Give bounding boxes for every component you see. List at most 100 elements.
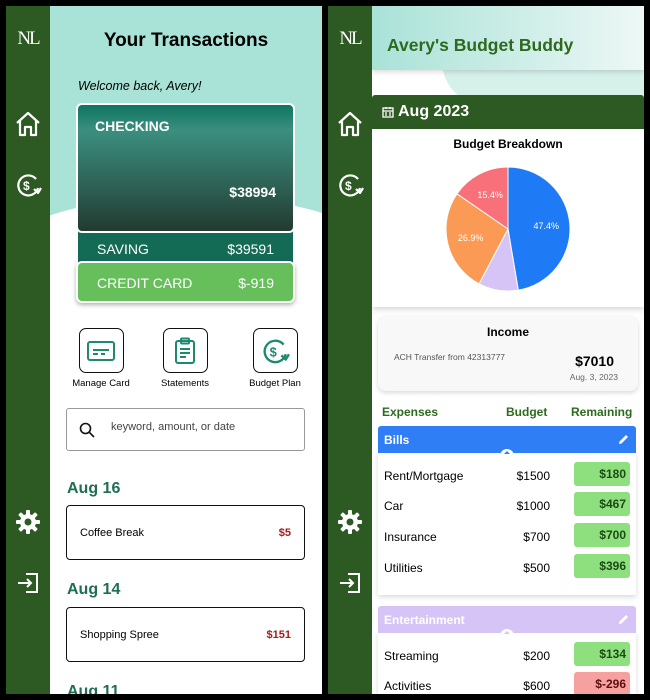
- expense-budget: $1000: [516, 499, 550, 513]
- search-box: [66, 408, 305, 451]
- edit-pencil-icon[interactable]: [617, 433, 630, 446]
- transaction-row[interactable]: Shopping Spree $151: [66, 607, 305, 662]
- side-rail: NL $: [328, 6, 372, 694]
- expense-name: Insurance: [384, 530, 437, 544]
- account-amount: $39591: [227, 241, 274, 257]
- side-rail: NL $: [6, 6, 50, 694]
- app-title: Avery's Budget Buddy: [387, 35, 574, 55]
- quick-action-label: Budget Plan: [249, 378, 301, 389]
- account-name: CHECKING: [95, 118, 170, 134]
- account-amount: $-919: [238, 275, 274, 291]
- transaction-row[interactable]: Coffee Break $5: [66, 505, 305, 560]
- edit-pencil-icon[interactable]: [617, 613, 630, 626]
- expense-remaining: $467: [574, 492, 630, 516]
- income-title: Income: [486, 325, 529, 339]
- expense-row[interactable]: Insurance $700 $700: [378, 521, 636, 549]
- clipboard-icon: [162, 328, 208, 373]
- search-input[interactable]: [111, 421, 291, 433]
- svg-text:$: $: [345, 179, 352, 193]
- expense-budget: $600: [523, 679, 550, 693]
- category-name: Bills: [384, 433, 410, 447]
- expense-row[interactable]: Utilities $500 $396: [378, 552, 636, 580]
- settings-gear-icon[interactable]: [14, 508, 42, 536]
- category-bar-entertainment[interactable]: Entertainment: [378, 606, 636, 636]
- budget-header: Budget: [506, 405, 548, 419]
- transactions-screen: NL $ Your Transactions Welcome back, Ave…: [6, 6, 322, 694]
- category-bar-bills[interactable]: Bills: [378, 426, 636, 456]
- home-icon[interactable]: [336, 110, 364, 138]
- budget-cycle-icon[interactable]: $: [336, 171, 364, 199]
- pie-chart: 47.4% 26.9% 15.4%: [445, 166, 571, 292]
- transaction-name: Shopping Spree: [80, 629, 159, 641]
- transaction-amount: $5: [278, 527, 291, 539]
- bills-table: Rent/Mortgage $1500 $180 Car $1000 $467 …: [378, 452, 636, 595]
- remaining-header: Remaining: [571, 405, 633, 419]
- income-card: Income ACH Transfer from 42313777 $7010 …: [378, 316, 638, 391]
- quick-action-label: Statements: [160, 378, 210, 389]
- header-bar: Avery's Budget Buddy: [372, 6, 644, 70]
- calendar-icon: [382, 107, 394, 118]
- manage-card-button[interactable]: Manage Card: [61, 328, 141, 389]
- expense-row[interactable]: Car $1000 $467: [378, 490, 636, 518]
- statements-button[interactable]: Statements: [145, 328, 225, 389]
- search-icon: [79, 422, 95, 438]
- expense-row[interactable]: Rent/Mortgage $1500 $180: [378, 460, 636, 488]
- month-bar[interactable]: Aug 2023: [372, 95, 644, 129]
- expense-name: Car: [384, 499, 404, 513]
- expenses-header: Expenses: [382, 405, 439, 419]
- transaction-amount: $151: [266, 629, 291, 641]
- pie-slice-label: 47.4%: [534, 221, 560, 231]
- logout-icon[interactable]: [336, 569, 364, 597]
- budget-screen: NL $ Avery's Budget Buddy Aug 2023 Budge…: [328, 6, 644, 694]
- expense-remaining: $-296: [574, 672, 630, 694]
- account-name: CREDIT CARD: [97, 275, 193, 291]
- expense-remaining: $180: [574, 462, 630, 486]
- logout-icon[interactable]: [14, 569, 42, 597]
- date-heading: Aug 11: [67, 683, 120, 694]
- expense-name: Activities: [384, 679, 432, 693]
- expense-name: Utilities: [384, 561, 423, 575]
- welcome-text: Welcome back, Avery!: [78, 79, 202, 93]
- account-card-checking[interactable]: CHECKING $38994: [76, 103, 295, 233]
- logo: NL: [17, 28, 40, 49]
- expense-budget: $200: [523, 649, 550, 663]
- svg-text:$: $: [270, 344, 277, 359]
- account-name: SAVING: [97, 241, 149, 257]
- income-date: Aug. 3, 2023: [569, 372, 618, 382]
- budget-cycle-icon[interactable]: $: [14, 171, 42, 199]
- income-description: ACH Transfer from 42313777: [394, 352, 506, 362]
- date-heading: Aug 14: [67, 581, 121, 598]
- account-amount: $38994: [229, 184, 276, 200]
- settings-gear-icon[interactable]: [336, 508, 364, 536]
- card-icon: [78, 328, 124, 373]
- expense-name: Rent/Mortgage: [384, 469, 464, 483]
- svg-text:$: $: [23, 179, 30, 193]
- month-label: Aug 2023: [398, 103, 470, 120]
- category-name: Entertainment: [384, 613, 465, 627]
- home-icon[interactable]: [14, 110, 42, 138]
- expense-name: Streaming: [384, 649, 439, 663]
- income-amount: $7010: [575, 353, 614, 369]
- expense-remaining: $700: [574, 523, 630, 547]
- budget-plan-button[interactable]: $ Budget Plan: [235, 328, 315, 389]
- expense-budget: $1500: [516, 469, 550, 483]
- entertainment-table: Streaming $200 $134 Activities $600 $-29…: [378, 632, 636, 694]
- logo: NL: [339, 28, 362, 49]
- budget-cycle-icon: $: [252, 328, 298, 373]
- quick-action-label: Manage Card: [72, 378, 130, 389]
- expense-row[interactable]: Streaming $200 $134: [378, 640, 636, 668]
- pie-slice-label: 26.9%: [458, 233, 484, 243]
- budget-breakdown-card: Budget Breakdown 47.4% 26.9% 15.4%: [372, 129, 644, 307]
- transaction-name: Coffee Break: [80, 527, 145, 539]
- expense-remaining: $134: [574, 642, 630, 666]
- collapse-arrow-icon[interactable]: [500, 448, 514, 456]
- account-card-credit[interactable]: CREDIT CARD $-919: [76, 261, 295, 303]
- date-heading: Aug 16: [67, 480, 121, 497]
- expense-budget: $500: [523, 561, 550, 575]
- expense-remaining: $396: [574, 554, 630, 578]
- expense-budget: $700: [523, 530, 550, 544]
- collapse-arrow-icon[interactable]: [500, 628, 514, 636]
- expense-row[interactable]: Activities $600 $-296: [378, 670, 636, 694]
- pie-slice-label: 15.4%: [477, 190, 503, 200]
- page-title: Your Transactions: [103, 30, 269, 51]
